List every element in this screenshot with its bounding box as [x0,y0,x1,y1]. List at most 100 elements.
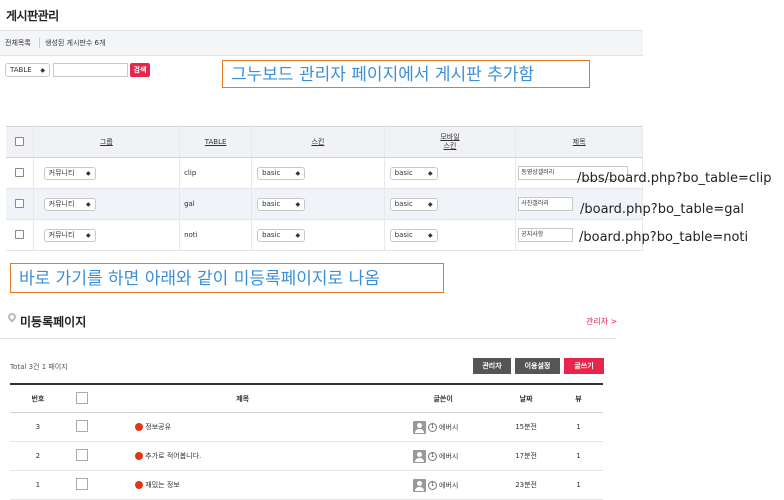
chevron-updown-icon: ◆ [86,169,91,177]
skin-cell: basic ◆ [251,188,385,220]
col-views: 뷰 [554,383,603,413]
subject-cell: 정보공유 [97,412,389,442]
mobile-skin-select[interactable]: basic ◆ [389,197,438,211]
table-row: 커뮤니티 ◆ noti basic ◆ basic ◆ 공지사항 [6,219,643,251]
row-checkbox[interactable] [14,198,24,208]
post-table: 번호 제목 글쓴이 날짜 뷰 3 정보공유 1 에버시 15분전 1 2 추가로 … [10,383,603,500]
total-count: Total 3건 1 페이지 [10,363,68,371]
col-table[interactable]: TABLE [179,126,253,158]
admin-link[interactable]: 관리자 > [586,316,617,327]
row-checkbox[interactable] [75,478,88,490]
chevron-updown-icon: ◆ [86,200,91,208]
chevron-updown-icon: ◆ [86,231,91,239]
post-row[interactable]: 2 추가로 적어봅니다. 1 에버시 17분전 1 [10,441,603,471]
post-num: 1 [10,470,66,500]
url-annotation-noti: /board.php?bo_table=noti [579,230,749,245]
group-cell: 커뮤니티 ◆ [33,157,181,189]
group-cell: 커뮤니티 ◆ [33,188,181,220]
skin-value: basic [262,200,281,208]
col-skin[interactable]: 스킨 [251,126,385,158]
subject-cell: 추가로 적어봅니다. [97,441,389,471]
info-bar: 전체목록 생성된 게시판수 6개 [0,30,643,56]
post-subject-link[interactable]: 재밌는 정보 [145,481,179,489]
post-row[interactable]: 1 재밌는 정보 1 에버시 23분전 1 [10,470,603,500]
post-header-row: 번호 제목 글쓴이 날짜 뷰 [10,383,603,413]
post-views: 1 [554,412,603,442]
col-subject: 제목 [97,383,389,413]
skin-value: basic [262,169,281,177]
board-table: 그룹 TABLE 스킨 모바일 스킨 제목 커뮤니티 ◆ clip basic ◆ … [6,126,643,251]
skin-cell: basic ◆ [251,219,385,251]
table-header-row: 그룹 TABLE 스킨 모바일 스킨 제목 [6,126,643,158]
post-subject-link[interactable]: 추가로 적어봅니다. [145,452,201,460]
user-avatar-icon [413,478,427,492]
row-checkbox[interactable] [14,229,24,239]
row-checkbox[interactable] [75,449,88,461]
post-row[interactable]: 3 정보공유 1 에버시 15분전 1 [10,412,603,442]
post-num: 2 [10,441,66,471]
mobile-skin-select[interactable]: basic ◆ [389,228,438,242]
title-input[interactable]: 사진갤러리 [518,197,574,211]
mobile-skin-value: basic [394,169,413,177]
table-row: 커뮤니티 ◆ clip basic ◆ basic ◆ 동영상갤러리 [6,157,643,189]
write-button[interactable]: 글쓰기 [564,358,604,374]
writer-cell: 1 에버시 [388,441,499,471]
group-select[interactable]: 커뮤니티 ◆ [43,166,96,180]
mobile-skin-value: basic [394,200,413,208]
row-checkbox[interactable] [75,420,88,432]
row-checkbox-cell [65,441,98,471]
chevron-updown-icon: ◆ [428,169,433,177]
level-icon: 1 [428,480,438,490]
col-date: 날짜 [498,383,555,413]
callout-top: 그누보드 관리자 페이지에서 게시판 추가함 [222,60,590,88]
col-title[interactable]: 제목 [515,126,643,158]
writer-name[interactable]: 에버시 [439,452,458,460]
chevron-updown-icon: ◆ [428,200,433,208]
writer-cell: 1 에버시 [388,412,499,442]
table-row: 커뮤니티 ◆ gal basic ◆ basic ◆ 사진갤러리 [6,188,643,220]
col-group[interactable]: 그룹 [33,126,181,158]
table-id-cell: noti [179,219,253,251]
title-input[interactable]: 공지사항 [518,228,574,242]
writer-name[interactable]: 에버시 [439,423,458,431]
new-post-dot-icon [135,481,144,489]
level-icon: 1 [428,422,438,432]
select-all-checkbox[interactable] [75,391,88,404]
all-list-link[interactable]: 전체목록 [5,38,31,48]
usage-settings-button[interactable]: 이용설정 [515,358,560,374]
user-avatar-icon [413,420,427,434]
mobile-skin-cell: basic ◆ [384,157,517,189]
post-subject-link[interactable]: 정보공유 [145,423,171,431]
skin-select[interactable]: basic ◆ [257,228,306,242]
row-checkbox[interactable] [14,167,24,177]
search-input[interactable] [53,63,128,77]
divider [39,38,40,48]
row-checkbox-cell [6,188,34,220]
chevron-updown-icon: ◆ [295,200,301,208]
search-field-select[interactable]: TABLE ◆ [5,63,50,77]
col-mobile-skin[interactable]: 모바일 스킨 [384,126,517,158]
url-annotation-clip: /bbs/board.php?bo_table=clip [577,171,772,186]
group-select[interactable]: 커뮤니티 ◆ [43,197,96,211]
post-date: 23분전 [498,470,555,500]
group-value: 커뮤니티 [48,231,75,239]
mobile-skin-select[interactable]: basic ◆ [389,166,438,180]
writer-name[interactable]: 에버시 [439,481,458,489]
post-views: 1 [554,470,603,500]
search-button[interactable]: 검색 [130,63,150,77]
skin-cell: basic ◆ [251,157,385,189]
page-title: 게시판관리 [6,9,59,23]
skin-select[interactable]: basic ◆ [257,197,306,211]
post-num: 3 [10,412,66,442]
location-pin-icon [6,311,18,323]
select-all-checkbox[interactable] [14,136,24,146]
row-checkbox-cell [65,412,98,442]
admin-button[interactable]: 관리자 [473,358,511,374]
row-checkbox-cell [6,157,34,189]
col-writer: 글쓴이 [388,383,499,413]
skin-select[interactable]: basic ◆ [257,166,306,180]
divider [0,338,616,339]
writer-cell: 1 에버시 [388,470,499,500]
select-all-cell [6,126,34,158]
group-select[interactable]: 커뮤니티 ◆ [43,228,96,242]
